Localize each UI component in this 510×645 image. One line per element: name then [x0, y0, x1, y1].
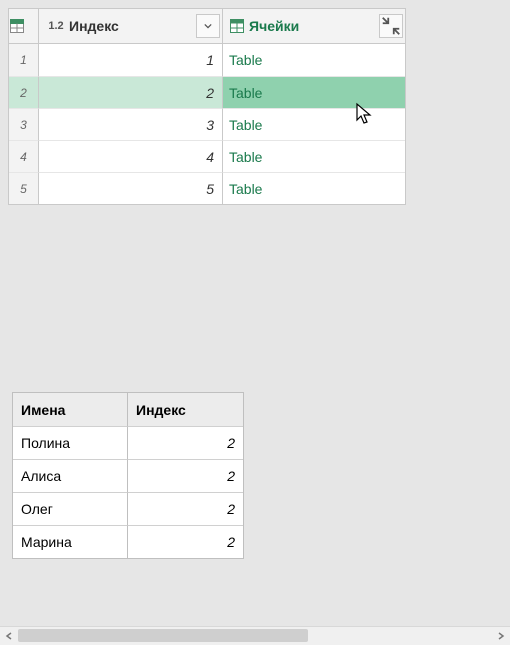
scrollbar-thumb[interactable]	[18, 629, 308, 642]
preview-row[interactable]: Алиса2	[13, 459, 243, 492]
preview-index-cell: 2	[128, 525, 243, 558]
horizontal-scrollbar[interactable]	[0, 626, 510, 645]
row-number-cell[interactable]: 3	[9, 108, 39, 140]
preview-row[interactable]: Олег2	[13, 492, 243, 525]
table-link-cell[interactable]: Table	[223, 76, 405, 108]
row-number-cell[interactable]: 2	[9, 76, 39, 108]
scroll-right-arrow-icon[interactable]	[492, 627, 510, 645]
table-link-cell[interactable]: Table	[223, 44, 405, 76]
preview-name-cell: Олег	[13, 492, 128, 525]
preview-index-cell: 2	[128, 459, 243, 492]
index-cell[interactable]: 2	[39, 76, 223, 108]
preview-row[interactable]: Марина2	[13, 525, 243, 558]
column-header-label: Индекс	[69, 18, 119, 34]
index-cell[interactable]: 4	[39, 140, 223, 172]
table-icon	[9, 18, 25, 34]
column-header-cells[interactable]: Ячейки	[223, 9, 405, 43]
preview-name-cell: Алиса	[13, 459, 128, 492]
preview-index-cell: 2	[128, 426, 243, 459]
row-number-cell[interactable]: 5	[9, 172, 39, 204]
row-number-cell[interactable]: 4	[9, 140, 39, 172]
index-cell[interactable]: 5	[39, 172, 223, 204]
table-row[interactable]: 55Table	[9, 172, 405, 204]
filter-button[interactable]	[196, 14, 220, 38]
preview-index-cell: 2	[128, 492, 243, 525]
row-number-cell[interactable]: 1	[9, 44, 39, 76]
row-number-header[interactable]	[9, 9, 39, 43]
index-cell[interactable]: 1	[39, 44, 223, 76]
preview-name-cell: Марина	[13, 525, 128, 558]
preview-row[interactable]: Полина2	[13, 426, 243, 459]
scroll-left-arrow-icon[interactable]	[0, 627, 18, 645]
preview-header-row: Имена Индекс	[13, 393, 243, 426]
main-data-table: 1.2 Индекс Ячейки 11Table22Table33Table4…	[8, 8, 406, 205]
table-row[interactable]: 33Table	[9, 108, 405, 140]
decimal-type-icon: 1.2	[45, 15, 67, 37]
preview-table: Имена Индекс Полина2Алиса2Олег2Марина2	[12, 392, 244, 559]
table-icon	[229, 18, 245, 34]
table-link-cell[interactable]: Table	[223, 172, 405, 204]
preview-header-index[interactable]: Индекс	[128, 393, 243, 426]
table-link-cell[interactable]: Table	[223, 140, 405, 172]
column-header-row: 1.2 Индекс Ячейки	[9, 9, 405, 44]
table-row[interactable]: 11Table	[9, 44, 405, 76]
expand-button[interactable]	[379, 14, 403, 38]
preview-name-cell: Полина	[13, 426, 128, 459]
index-cell[interactable]: 3	[39, 108, 223, 140]
preview-header-name[interactable]: Имена	[13, 393, 128, 426]
column-header-index[interactable]: 1.2 Индекс	[39, 9, 223, 43]
expand-icon	[380, 15, 402, 37]
column-header-label: Ячейки	[249, 18, 299, 34]
chevron-down-icon	[204, 22, 212, 30]
table-link-cell[interactable]: Table	[223, 108, 405, 140]
table-row[interactable]: 22Table	[9, 76, 405, 108]
table-row[interactable]: 44Table	[9, 140, 405, 172]
